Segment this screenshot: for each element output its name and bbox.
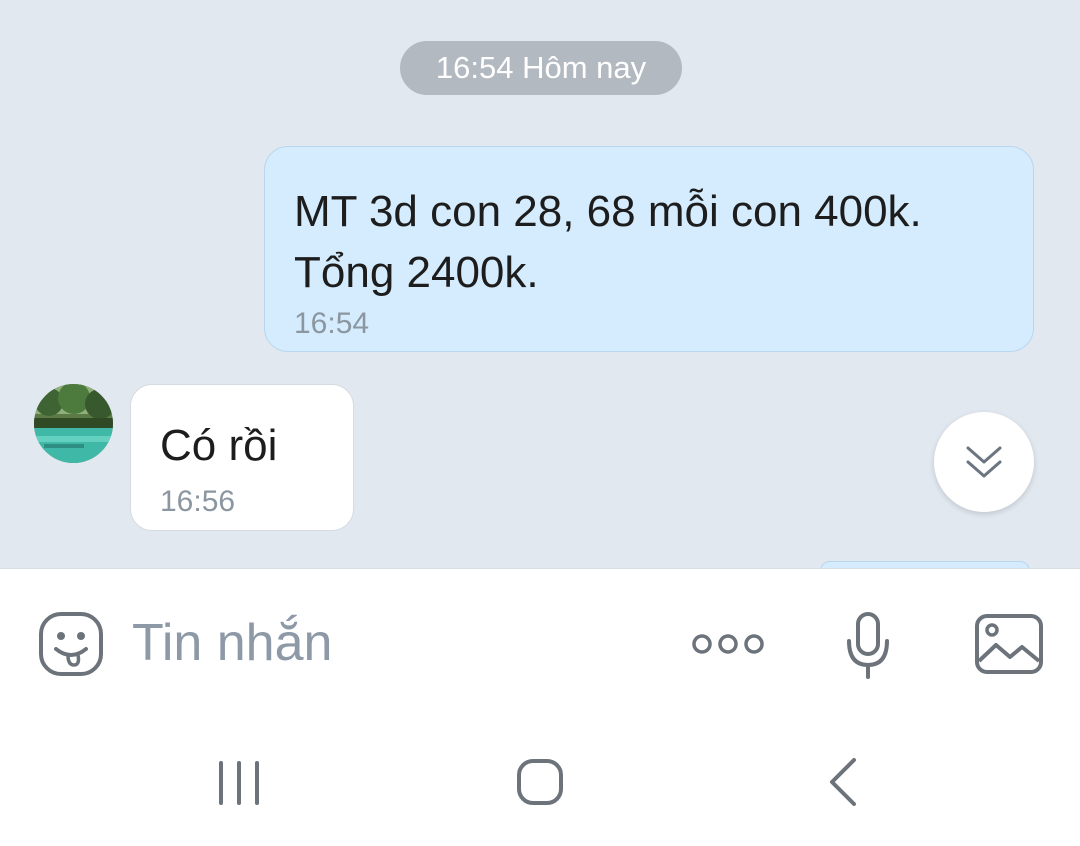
back-icon[interactable] — [826, 756, 860, 808]
message-input[interactable]: Tin nhắn — [132, 613, 332, 673]
contact-avatar[interactable] — [34, 384, 113, 463]
message-time: 16:54 — [294, 307, 370, 340]
home-icon[interactable] — [516, 758, 564, 806]
image-gallery-icon[interactable] — [974, 613, 1044, 675]
emoji-sticker-icon[interactable] — [38, 611, 104, 677]
message-time: 16:56 — [160, 485, 236, 518]
outgoing-message-bubble[interactable]: MT 3d con 28, 68 mỗi con 400k. Tổng 2400… — [264, 146, 1034, 352]
scroll-to-bottom-button[interactable] — [934, 412, 1034, 512]
system-navigation-bar — [0, 716, 1080, 846]
chat-area[interactable]: 16:54 Hôm nay MT 3d con 28, 68 mỗi con 4… — [0, 0, 1080, 568]
incoming-message-bubble[interactable]: Có rồi 16:56 — [130, 384, 354, 531]
message-composer: Tin nhắn — [0, 568, 1080, 717]
partial-message-bubble — [820, 561, 1030, 568]
recent-apps-icon[interactable] — [216, 760, 262, 806]
chevrons-down-icon — [966, 446, 1002, 478]
message-text: MT 3d con 28, 68 mỗi con 400k. Tổng 2400… — [294, 187, 922, 297]
date-separator: 16:54 Hôm nay — [400, 41, 682, 95]
microphone-icon[interactable] — [844, 611, 892, 681]
message-text: Có rồi — [160, 421, 278, 470]
more-options-icon[interactable] — [690, 631, 766, 657]
